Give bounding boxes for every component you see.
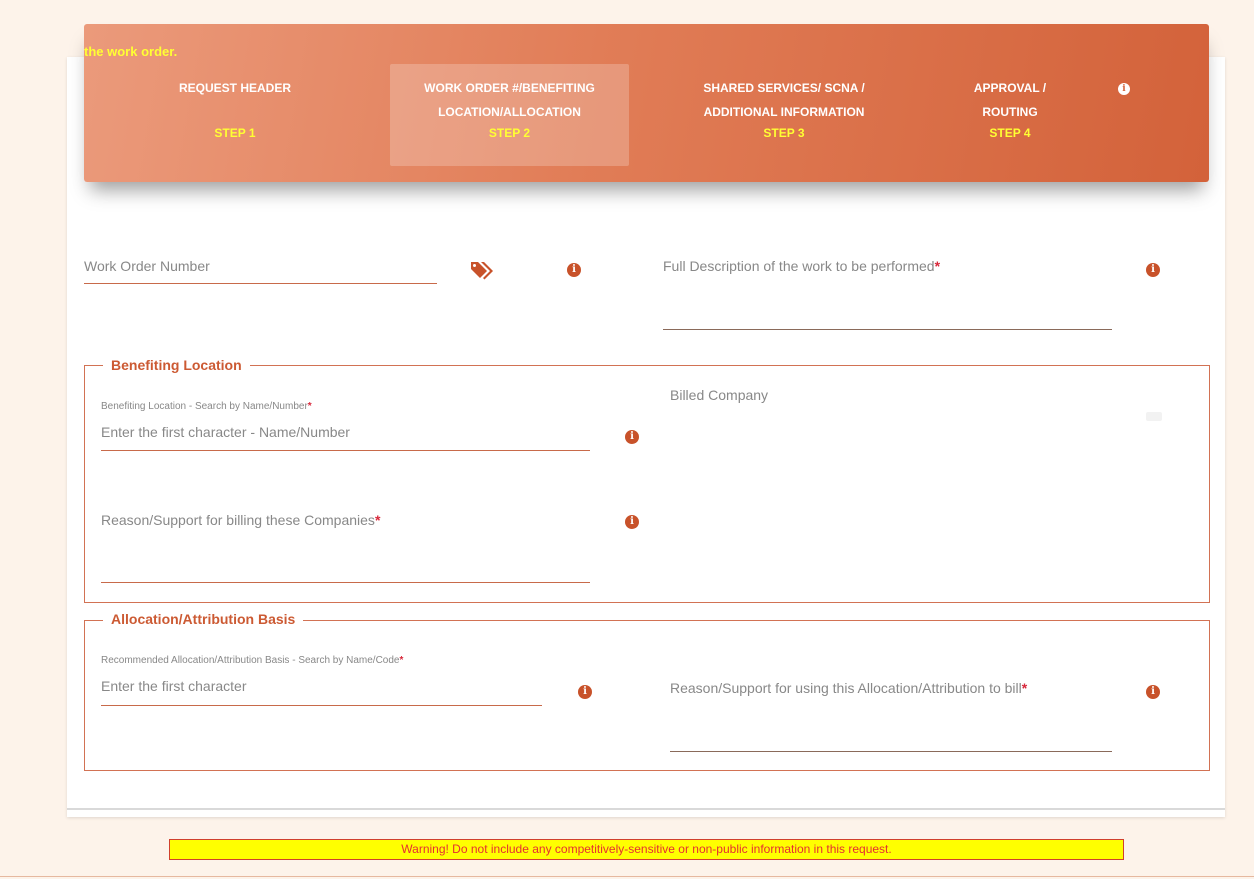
bottom-border: [0, 876, 1254, 877]
step-label-line2: ROUTING: [982, 105, 1038, 119]
required-marker: *: [307, 401, 312, 412]
benefiting-location-info-icon[interactable]: i: [625, 430, 639, 444]
reason-allocation-info-icon[interactable]: i: [1146, 685, 1160, 699]
step-number: STEP 3: [763, 126, 805, 140]
step-number: STEP 2: [488, 126, 531, 140]
full-description-input[interactable]: [663, 329, 1112, 330]
step-number: STEP 1: [214, 126, 256, 140]
work-order-number-input[interactable]: [84, 283, 437, 284]
reason-allocation-label: Reason/Support for using this Allocation…: [670, 680, 1028, 696]
step-label-line2: [160, 100, 310, 124]
benefiting-location-search-label: Benefiting Location - Search by Name/Num…: [101, 401, 312, 412]
step-label-line2: ADDITIONAL INFORMATION: [703, 105, 865, 119]
required-marker: *: [399, 655, 404, 666]
reason-billing-input[interactable]: [101, 582, 590, 583]
step-label: REQUEST HEADER: [178, 81, 291, 95]
step-label-line2: LOCATION/ALLOCATION: [438, 105, 581, 119]
required-marker: *: [1021, 680, 1028, 696]
reason-allocation-input[interactable]: [670, 751, 1112, 752]
benefiting-location-search-input[interactable]: Enter the first character - Name/Number: [101, 424, 350, 440]
required-marker: *: [374, 512, 381, 528]
stepper-info-icon[interactable]: i: [1118, 83, 1130, 95]
step-number: STEP 4: [989, 126, 1031, 140]
step-request-header[interactable]: REQUEST HEADER STEP 1: [160, 76, 310, 166]
allocation-legend: Allocation/Attribution Basis: [103, 611, 304, 627]
step-label: APPROVAL /: [973, 81, 1047, 95]
description-info-icon[interactable]: i: [1146, 263, 1160, 277]
step-shared-services[interactable]: SHARED SERVICES/ SCNA / ADDITIONAL INFOR…: [674, 76, 894, 166]
reason-billing-info-icon[interactable]: i: [625, 515, 639, 529]
allocation-search-underline: [101, 705, 542, 706]
required-marker: *: [934, 258, 941, 274]
step-label: SHARED SERVICES/ SCNA /: [703, 81, 865, 95]
billed-company-label: Billed Company: [670, 387, 769, 403]
billed-company-toggle[interactable]: [1146, 412, 1162, 421]
step-work-order[interactable]: WORK ORDER #/BENEFITING LOCATION/ALLOCAT…: [390, 64, 629, 166]
section-divider: [67, 808, 1225, 810]
benefiting-location-legend: Benefiting Location: [103, 357, 250, 373]
stepper-intro-text: the work order.: [84, 44, 178, 59]
work-order-number-label: Work Order Number: [84, 258, 210, 274]
allocation-info-icon[interactable]: i: [578, 685, 592, 699]
allocation-search-input[interactable]: Enter the first character: [101, 678, 247, 694]
step-label: WORK ORDER #/BENEFITING: [424, 81, 595, 95]
step-approval-routing[interactable]: APPROVAL / ROUTING STEP 4: [950, 76, 1070, 166]
tags-icon[interactable]: [470, 260, 494, 280]
stepper-header: the work order. REQUEST HEADER STEP 1 WO…: [84, 24, 1209, 182]
allocation-fieldset: [84, 620, 1210, 771]
benefiting-location-search-underline: [101, 450, 590, 451]
full-description-label: Full Description of the work to be perfo…: [663, 258, 941, 274]
work-order-info-icon[interactable]: i: [567, 263, 581, 277]
allocation-search-label: Recommended Allocation/Attribution Basis…: [101, 655, 404, 666]
reason-billing-label: Reason/Support for billing these Compani…: [101, 512, 381, 528]
warning-banner: Warning! Do not include any competitivel…: [169, 839, 1124, 860]
